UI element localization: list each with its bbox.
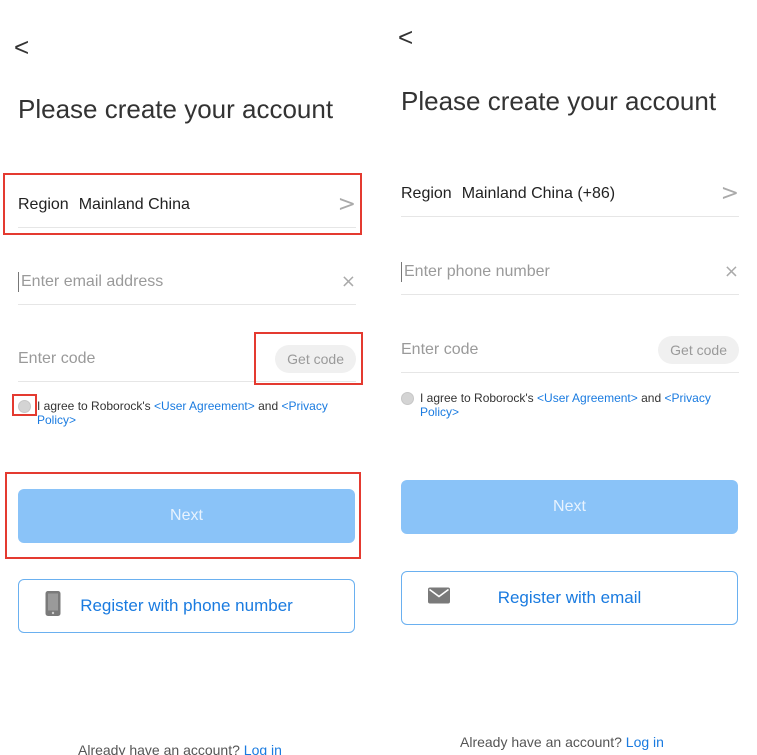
email-row: × — [18, 259, 356, 305]
agree-and: and — [254, 399, 282, 413]
login-link[interactable]: Log in — [626, 734, 664, 750]
phone-icon — [45, 591, 61, 622]
agreement-text: I agree to Roborock's <User Agreement> a… — [37, 399, 358, 427]
page-title: Please create your account — [401, 86, 717, 116]
region-label: Region Mainland China (+86) — [401, 185, 615, 203]
agree-radio[interactable] — [401, 392, 414, 405]
clear-icon[interactable]: × — [341, 272, 356, 291]
register-phone-label: Register with phone number — [80, 596, 293, 615]
text-cursor — [18, 271, 19, 292]
phone-input[interactable] — [404, 262, 664, 281]
login-link[interactable]: Log in — [244, 742, 282, 755]
agree-and: and — [637, 391, 665, 405]
agreement: I agree to Roborock's <User Agreement> a… — [401, 391, 741, 419]
region-key: Region — [401, 184, 452, 202]
get-code-button[interactable]: Get code — [658, 335, 739, 364]
region-value: Mainland China (+86) — [461, 184, 616, 202]
next-button[interactable]: Next — [18, 489, 355, 543]
register-with-phone-button[interactable]: Register with phone number — [18, 579, 355, 633]
phone-row: × — [401, 249, 739, 295]
register-with-email-button[interactable]: Register with email — [401, 571, 738, 625]
chevron-right-icon: > — [337, 191, 356, 217]
region-key: Region — [18, 195, 69, 213]
phone-register-screen: < Please create your account Region Mainl… — [384, 0, 754, 755]
code-row: Get code — [401, 327, 739, 373]
agree-prefix: I agree to Roborock's — [420, 391, 538, 405]
region-value: Mainland China — [78, 195, 190, 213]
login-prompt: Already have an account? Log in — [460, 734, 664, 750]
back-button[interactable]: < — [14, 34, 29, 60]
agreement: I agree to Roborock's <User Agreement> a… — [18, 399, 358, 427]
mail-icon — [428, 587, 450, 609]
login-prompt-text: Already have an account? — [460, 734, 626, 750]
get-code-button[interactable]: Get code — [275, 344, 356, 373]
back-button[interactable]: < — [398, 24, 413, 50]
code-row: Get code — [18, 336, 356, 382]
agreement-text: I agree to Roborock's <User Agreement> a… — [420, 391, 741, 419]
code-input[interactable] — [18, 349, 218, 368]
next-button[interactable]: Next — [401, 480, 738, 534]
email-input[interactable] — [21, 272, 281, 291]
page-title: Please create your account — [18, 94, 334, 124]
code-input[interactable] — [401, 340, 601, 359]
login-prompt: Already have an account? Log in — [78, 742, 282, 755]
region-label: Region Mainland China — [18, 196, 190, 214]
email-register-screen: < Please create your account Region Mainl… — [0, 0, 370, 755]
register-email-label: Register with email — [497, 588, 642, 607]
login-prompt-text: Already have an account? — [78, 742, 244, 755]
user-agreement-link[interactable]: <User Agreement> — [537, 391, 638, 405]
agree-prefix: I agree to Roborock's — [37, 399, 155, 413]
user-agreement-link[interactable]: <User Agreement> — [154, 399, 255, 413]
text-cursor — [401, 261, 402, 282]
agree-radio[interactable] — [18, 400, 31, 413]
region-selector[interactable]: Region Mainland China (+86) > — [401, 171, 739, 217]
chevron-right-icon: > — [720, 180, 739, 206]
region-selector[interactable]: Region Mainland China > — [18, 182, 356, 228]
clear-icon[interactable]: × — [724, 262, 739, 281]
